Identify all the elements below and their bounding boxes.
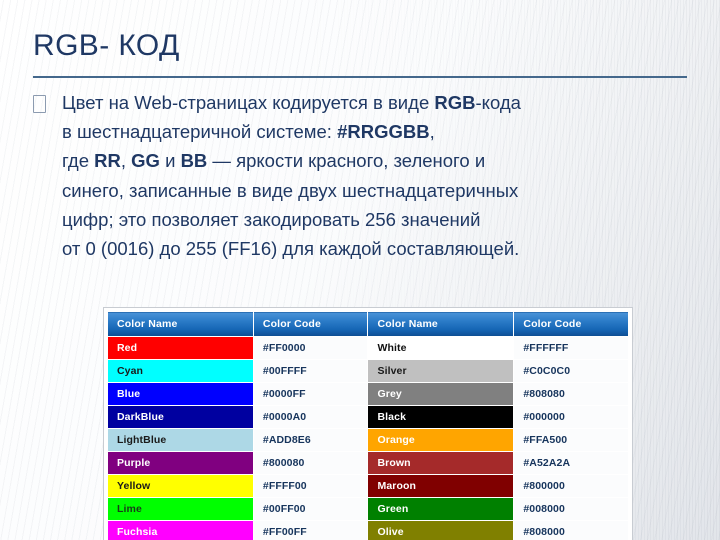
body-line: в шестнадцатеричной системе: #RRGGBB,: [62, 117, 705, 146]
body-text-run: и: [159, 150, 181, 172]
table-header-cell: Color Code: [513, 311, 629, 337]
color-swatch-name-cell: Lime: [107, 497, 254, 521]
color-swatch-name-cell: Maroon: [367, 474, 515, 498]
body-text-run: синего, записанные в виде двух шестнадца…: [62, 179, 519, 201]
color-code-cell: #C0C0C0: [513, 359, 629, 383]
body-text-run: — яркости красного, зеленого и: [207, 150, 486, 172]
color-code-cell: #ADD8E6: [252, 428, 369, 452]
color-swatch-name-cell: Blue: [107, 382, 254, 406]
table-header-cell: Color Name: [107, 311, 254, 337]
body-text-run: -кода: [475, 92, 521, 113]
color-code-cell: #000000: [513, 405, 629, 429]
slide-canvas: RGB- КОД Цвет на Web-страницах кодируетс…: [0, 0, 720, 540]
color-code-cell: #00FF00: [252, 497, 369, 521]
color-swatch-name-cell: Green: [367, 497, 515, 521]
table-row: Fuchsia #FF00FF Olive #808000: [107, 520, 629, 540]
color-swatch-name-cell: Silver: [367, 359, 515, 383]
color-code-cell: #0000FF: [252, 382, 369, 406]
body-line: где RR, GG и BB — яркости красного, зеле…: [62, 146, 705, 175]
body-text-emphasis: RR: [94, 150, 121, 172]
color-swatch-name-cell: Yellow: [107, 474, 254, 498]
table-body: Red #FF0000 White #FFFFFF Cyan #00FFFF Silver #…: [107, 336, 629, 540]
color-code-cell: #FF00FF: [252, 520, 369, 540]
body-text-run: где: [62, 150, 95, 172]
body-text-emphasis: RGB: [434, 92, 476, 113]
color-swatch-name-cell: Fuchsia: [107, 520, 254, 540]
color-code-cell: #A52A2A: [513, 451, 629, 475]
color-code-cell: #FFFFFF: [513, 336, 629, 360]
color-table-container: Color Name Color Code Color Name Color Code…: [103, 307, 633, 540]
body-line: цифр; это позволяет закодировать 256 зна…: [62, 205, 705, 234]
table-row: DarkBlue #0000A0 Black #000000: [107, 405, 629, 429]
table-row: LightBlue #ADD8E6 Orange #FFA500: [107, 428, 629, 452]
color-swatch-name-cell: Olive: [367, 520, 515, 540]
body-text-run: ,: [120, 150, 132, 172]
color-code-cell: #00FFFF: [252, 359, 369, 383]
body-paragraph-block: Цвет на Web-страницах кодируется в виде …: [33, 88, 705, 263]
body-text-run: Цвет на Web-страницах кодируется в виде: [62, 92, 435, 113]
color-code-cell: #808080: [513, 382, 629, 406]
color-swatch-name-cell: Black: [367, 405, 515, 429]
color-code-cell: #008000: [513, 497, 629, 521]
color-swatch-name-cell: White: [367, 336, 515, 360]
color-swatch-name-cell: Red: [107, 336, 254, 360]
color-code-cell: #0000A0: [252, 405, 369, 429]
title-divider: [33, 76, 687, 78]
color-code-cell: #800080: [252, 451, 369, 475]
table-header-cell: Color Code: [252, 311, 369, 337]
color-code-cell: #FFFF00: [252, 474, 369, 498]
body-line: от 0 (0016) до 255 (FF16) для каждой сос…: [62, 234, 705, 263]
body-text-emphasis: #RRGGBB: [337, 121, 430, 143]
body-text-run: в шестнадцатеричной системе:: [62, 121, 338, 143]
body-paragraph-text: Цвет на Web-страницах кодируется в виде …: [62, 88, 705, 263]
color-code-cell: #FF0000: [252, 336, 369, 360]
color-swatch-name-cell: Grey: [367, 382, 515, 406]
color-reference-table: Color Name Color Code Color Name Color Code…: [107, 311, 629, 540]
body-text-emphasis: GG: [131, 150, 160, 172]
table-row: Lime #00FF00 Green #008000: [107, 497, 629, 521]
body-text-run: цифр; это позволяет закодировать 256 зна…: [62, 208, 481, 230]
body-text-emphasis: BB: [180, 150, 208, 172]
table-row: Red #FF0000 White #FFFFFF: [107, 336, 629, 360]
body-text-run: от 0 (0016) до 255 (FF16) для каждой сос…: [62, 238, 520, 260]
table-row: Purple #800080 Brown #A52A2A: [107, 451, 629, 475]
color-swatch-name-cell: LightBlue: [107, 428, 254, 452]
color-swatch-name-cell: DarkBlue: [107, 405, 254, 429]
table-row: Yellow #FFFF00 Maroon #800000: [107, 474, 629, 498]
body-text-run: ,: [429, 121, 435, 143]
color-code-cell: #800000: [513, 474, 629, 498]
page-title: RGB- КОД: [33, 29, 180, 62]
color-swatch-name-cell: Orange: [367, 428, 515, 452]
color-code-cell: #808000: [513, 520, 629, 540]
table-header-row: Color Name Color Code Color Name Color Code: [107, 311, 629, 337]
table-header-cell: Color Name: [367, 311, 515, 337]
color-code-cell: #FFA500: [513, 428, 629, 452]
hollow-rectangle-bullet-icon: [33, 95, 46, 113]
body-line: Цвет на Web-страницах кодируется в виде …: [62, 88, 705, 117]
body-line: синего, записанные в виде двух шестнадца…: [62, 176, 705, 205]
table-row: Cyan #00FFFF Silver #C0C0C0: [107, 359, 629, 383]
color-swatch-name-cell: Cyan: [107, 359, 254, 383]
color-swatch-name-cell: Purple: [107, 451, 254, 475]
color-swatch-name-cell: Brown: [367, 451, 515, 475]
table-row: Blue #0000FF Grey #808080: [107, 382, 629, 406]
